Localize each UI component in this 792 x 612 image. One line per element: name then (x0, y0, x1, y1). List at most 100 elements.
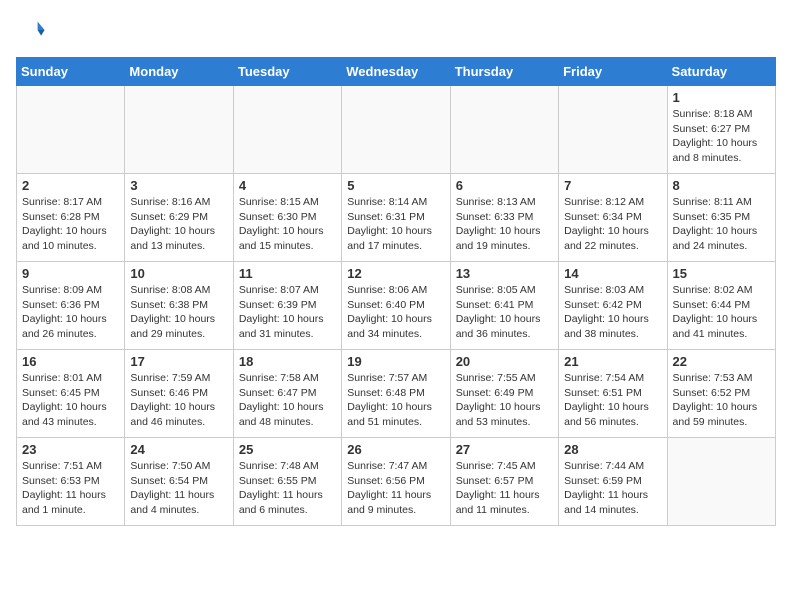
day-number: 10 (130, 266, 227, 281)
calendar-cell: 19Sunrise: 7:57 AM Sunset: 6:48 PM Dayli… (342, 350, 450, 438)
day-number: 18 (239, 354, 336, 369)
day-info: Sunrise: 7:58 AM Sunset: 6:47 PM Dayligh… (239, 371, 336, 430)
calendar-cell (559, 86, 667, 174)
day-number: 22 (673, 354, 770, 369)
calendar-cell (450, 86, 558, 174)
logo-icon (18, 16, 46, 44)
weekday-header-row: SundayMondayTuesdayWednesdayThursdayFrid… (17, 58, 776, 86)
day-number: 13 (456, 266, 553, 281)
calendar-cell: 1 Sunrise: 8:18 AM Sunset: 6:27 PM Daylig… (667, 86, 775, 174)
day-number: 9 (22, 266, 119, 281)
day-number: 15 (673, 266, 770, 281)
day-info: Sunrise: 7:54 AM Sunset: 6:51 PM Dayligh… (564, 371, 661, 430)
day-info: Sunrise: 7:44 AM Sunset: 6:59 PM Dayligh… (564, 459, 661, 518)
day-number: 19 (347, 354, 444, 369)
calendar-cell: 16 Sunrise: 8:01 AM Sunset: 6:45 PM Dayli… (17, 350, 125, 438)
day-number: 7 (564, 178, 661, 193)
day-info: Sunrise: 8:06 AM Sunset: 6:40 PM Dayligh… (347, 283, 444, 342)
day-number: 26 (347, 442, 444, 457)
day-info: Sunrise: 8:03 AM Sunset: 6:42 PM Dayligh… (564, 283, 661, 342)
calendar-cell: 24 Sunrise: 7:50 AM Sunset: 6:54 PM Dayli… (125, 438, 233, 526)
day-number: 5 (347, 178, 444, 193)
day-number: 12 (347, 266, 444, 281)
day-number: 1 (673, 90, 770, 105)
day-info: Sunrise: 8:15 AM Sunset: 6:30 PM Dayligh… (239, 195, 336, 254)
calendar-cell: 8 Sunrise: 8:11 AM Sunset: 6:35 PM Daylig… (667, 174, 775, 262)
day-info: Sunrise: 7:47 AM Sunset: 6:56 PM Dayligh… (347, 459, 444, 518)
day-number: 28 (564, 442, 661, 457)
calendar-cell: 27 Sunrise: 7:45 AM Sunset: 6:57 PM Dayli… (450, 438, 558, 526)
calendar-week-5: 23 Sunrise: 7:51 AM Sunset: 6:53 PM Dayli… (17, 438, 776, 526)
day-number: 23 (22, 442, 119, 457)
day-info: Sunrise: 8:18 AM Sunset: 6:27 PM Dayligh… (673, 107, 770, 166)
day-number: 25 (239, 442, 336, 457)
calendar-table: SundayMondayTuesdayWednesdayThursdayFrid… (16, 57, 776, 526)
calendar-cell: 28 Sunrise: 7:44 AM Sunset: 6:59 PM Dayli… (559, 438, 667, 526)
calendar-cell: 18 Sunrise: 7:58 AM Sunset: 6:47 PM Dayli… (233, 350, 341, 438)
calendar-cell: 20 Sunrise: 7:55 AM Sunset: 6:49 PM Dayli… (450, 350, 558, 438)
day-number: 27 (456, 442, 553, 457)
calendar-cell (667, 438, 775, 526)
weekday-header-tuesday: Tuesday (233, 58, 341, 86)
calendar-cell: 9 Sunrise: 8:09 AM Sunset: 6:36 PM Daylig… (17, 262, 125, 350)
calendar-week-3: 9 Sunrise: 8:09 AM Sunset: 6:36 PM Daylig… (17, 262, 776, 350)
calendar-cell: 25 Sunrise: 7:48 AM Sunset: 6:55 PM Dayli… (233, 438, 341, 526)
day-number: 11 (239, 266, 336, 281)
day-number: 4 (239, 178, 336, 193)
calendar-cell: 4 Sunrise: 8:15 AM Sunset: 6:30 PM Daylig… (233, 174, 341, 262)
day-info: Sunrise: 7:48 AM Sunset: 6:55 PM Dayligh… (239, 459, 336, 518)
page-header (16, 16, 776, 49)
day-number: 3 (130, 178, 227, 193)
calendar-cell (233, 86, 341, 174)
day-info: Sunrise: 8:09 AM Sunset: 6:36 PM Dayligh… (22, 283, 119, 342)
calendar-cell: 7Sunrise: 8:12 AM Sunset: 6:34 PM Daylig… (559, 174, 667, 262)
calendar-cell: 2Sunrise: 8:17 AM Sunset: 6:28 PM Daylig… (17, 174, 125, 262)
calendar-cell: 11 Sunrise: 8:07 AM Sunset: 6:39 PM Dayli… (233, 262, 341, 350)
calendar-cell (125, 86, 233, 174)
day-number: 20 (456, 354, 553, 369)
calendar-week-1: 1 Sunrise: 8:18 AM Sunset: 6:27 PM Daylig… (17, 86, 776, 174)
day-number: 17 (130, 354, 227, 369)
day-info: Sunrise: 8:07 AM Sunset: 6:39 PM Dayligh… (239, 283, 336, 342)
calendar-body: 1 Sunrise: 8:18 AM Sunset: 6:27 PM Daylig… (17, 86, 776, 526)
weekday-header-monday: Monday (125, 58, 233, 86)
day-number: 16 (22, 354, 119, 369)
day-number: 24 (130, 442, 227, 457)
day-info: Sunrise: 7:59 AM Sunset: 6:46 PM Dayligh… (130, 371, 227, 430)
weekday-header-thursday: Thursday (450, 58, 558, 86)
calendar-cell: 14 Sunrise: 8:03 AM Sunset: 6:42 PM Dayli… (559, 262, 667, 350)
day-number: 21 (564, 354, 661, 369)
calendar-cell: 21 Sunrise: 7:54 AM Sunset: 6:51 PM Dayli… (559, 350, 667, 438)
day-info: Sunrise: 8:11 AM Sunset: 6:35 PM Dayligh… (673, 195, 770, 254)
weekday-header-saturday: Saturday (667, 58, 775, 86)
day-info: Sunrise: 8:14 AM Sunset: 6:31 PM Dayligh… (347, 195, 444, 254)
day-info: Sunrise: 8:05 AM Sunset: 6:41 PM Dayligh… (456, 283, 553, 342)
day-info: Sunrise: 8:17 AM Sunset: 6:28 PM Dayligh… (22, 195, 119, 254)
weekday-header-friday: Friday (559, 58, 667, 86)
day-info: Sunrise: 8:02 AM Sunset: 6:44 PM Dayligh… (673, 283, 770, 342)
day-info: Sunrise: 8:08 AM Sunset: 6:38 PM Dayligh… (130, 283, 227, 342)
weekday-header-wednesday: Wednesday (342, 58, 450, 86)
day-info: Sunrise: 7:55 AM Sunset: 6:49 PM Dayligh… (456, 371, 553, 430)
calendar-week-2: 2Sunrise: 8:17 AM Sunset: 6:28 PM Daylig… (17, 174, 776, 262)
day-info: Sunrise: 8:01 AM Sunset: 6:45 PM Dayligh… (22, 371, 119, 430)
calendar-cell: 6Sunrise: 8:13 AM Sunset: 6:33 PM Daylig… (450, 174, 558, 262)
day-info: Sunrise: 7:45 AM Sunset: 6:57 PM Dayligh… (456, 459, 553, 518)
day-number: 6 (456, 178, 553, 193)
calendar-cell: 17 Sunrise: 7:59 AM Sunset: 6:46 PM Dayli… (125, 350, 233, 438)
calendar-cell (17, 86, 125, 174)
calendar-cell: 10 Sunrise: 8:08 AM Sunset: 6:38 PM Dayli… (125, 262, 233, 350)
logo (16, 16, 46, 49)
calendar-cell (342, 86, 450, 174)
calendar-cell: 26 Sunrise: 7:47 AM Sunset: 6:56 PM Dayli… (342, 438, 450, 526)
calendar-cell: 23 Sunrise: 7:51 AM Sunset: 6:53 PM Dayli… (17, 438, 125, 526)
day-info: Sunrise: 7:51 AM Sunset: 6:53 PM Dayligh… (22, 459, 119, 518)
day-number: 8 (673, 178, 770, 193)
calendar-week-4: 16 Sunrise: 8:01 AM Sunset: 6:45 PM Dayli… (17, 350, 776, 438)
day-info: Sunrise: 7:50 AM Sunset: 6:54 PM Dayligh… (130, 459, 227, 518)
calendar-cell: 12 Sunrise: 8:06 AM Sunset: 6:40 PM Dayli… (342, 262, 450, 350)
day-number: 14 (564, 266, 661, 281)
calendar-cell: 15 Sunrise: 8:02 AM Sunset: 6:44 PM Dayli… (667, 262, 775, 350)
day-info: Sunrise: 8:16 AM Sunset: 6:29 PM Dayligh… (130, 195, 227, 254)
calendar-cell: 13 Sunrise: 8:05 AM Sunset: 6:41 PM Dayli… (450, 262, 558, 350)
